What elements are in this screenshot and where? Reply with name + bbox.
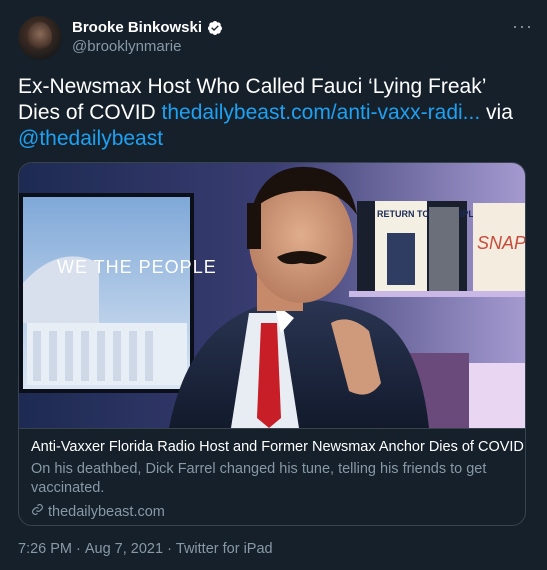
card-image[interactable]: WE THE PEOPLE RETURN TO PRINCIPLE SNAP (19, 163, 525, 428)
tweet[interactable]: Brooke Binkowski @brooklynmarie ··· Ex-N… (0, 0, 547, 570)
card-photo: WE THE PEOPLE RETURN TO PRINCIPLE SNAP (19, 163, 525, 428)
avatar[interactable] (18, 16, 62, 60)
tweet-link[interactable]: thedailybeast.com/anti-vaxx-radi... (162, 101, 481, 124)
meta-separator: · (167, 541, 172, 557)
tweet-time[interactable]: 7:26 PM (18, 541, 72, 557)
link-icon (31, 503, 44, 520)
tweet-meta: 7:26 PM · Aug 7, 2021 · Twitter for iPad (18, 541, 273, 557)
tweet-date[interactable]: Aug 7, 2021 (85, 541, 163, 557)
more-options-icon[interactable]: ··· (512, 16, 533, 37)
tweet-mention[interactable]: @thedailybeast (18, 127, 163, 150)
meta-separator: · (76, 541, 81, 557)
card-domain[interactable]: thedailybeast.com (31, 503, 165, 520)
book-snap-title: SNAP (477, 233, 525, 253)
link-card[interactable]: WE THE PEOPLE RETURN TO PRINCIPLE SNAP A… (18, 162, 526, 526)
book-return-title: RETURN TO PRINCIPLE (377, 209, 480, 219)
tweet-source[interactable]: Twitter for iPad (176, 541, 273, 557)
card-title[interactable]: Anti-Vaxxer Florida Radio Host and Forme… (31, 439, 524, 455)
author-name-row[interactable]: Brooke Binkowski (72, 19, 223, 36)
card-body[interactable]: Anti-Vaxxer Florida Radio Host and Forme… (19, 428, 525, 525)
card-domain-text: thedailybeast.com (48, 503, 165, 520)
card-image-caption: WE THE PEOPLE (57, 257, 217, 277)
tweet-text: Ex-Newsmax Host Who Called Fauci ‘Lying … (18, 74, 533, 152)
verified-badge-icon (207, 20, 223, 36)
author-display-name[interactable]: Brooke Binkowski (72, 19, 202, 36)
tweet-via: via (486, 101, 513, 124)
card-description: On his deathbed, Dick Farrel changed his… (31, 461, 487, 496)
author-handle[interactable]: @brooklynmarie (72, 38, 181, 55)
